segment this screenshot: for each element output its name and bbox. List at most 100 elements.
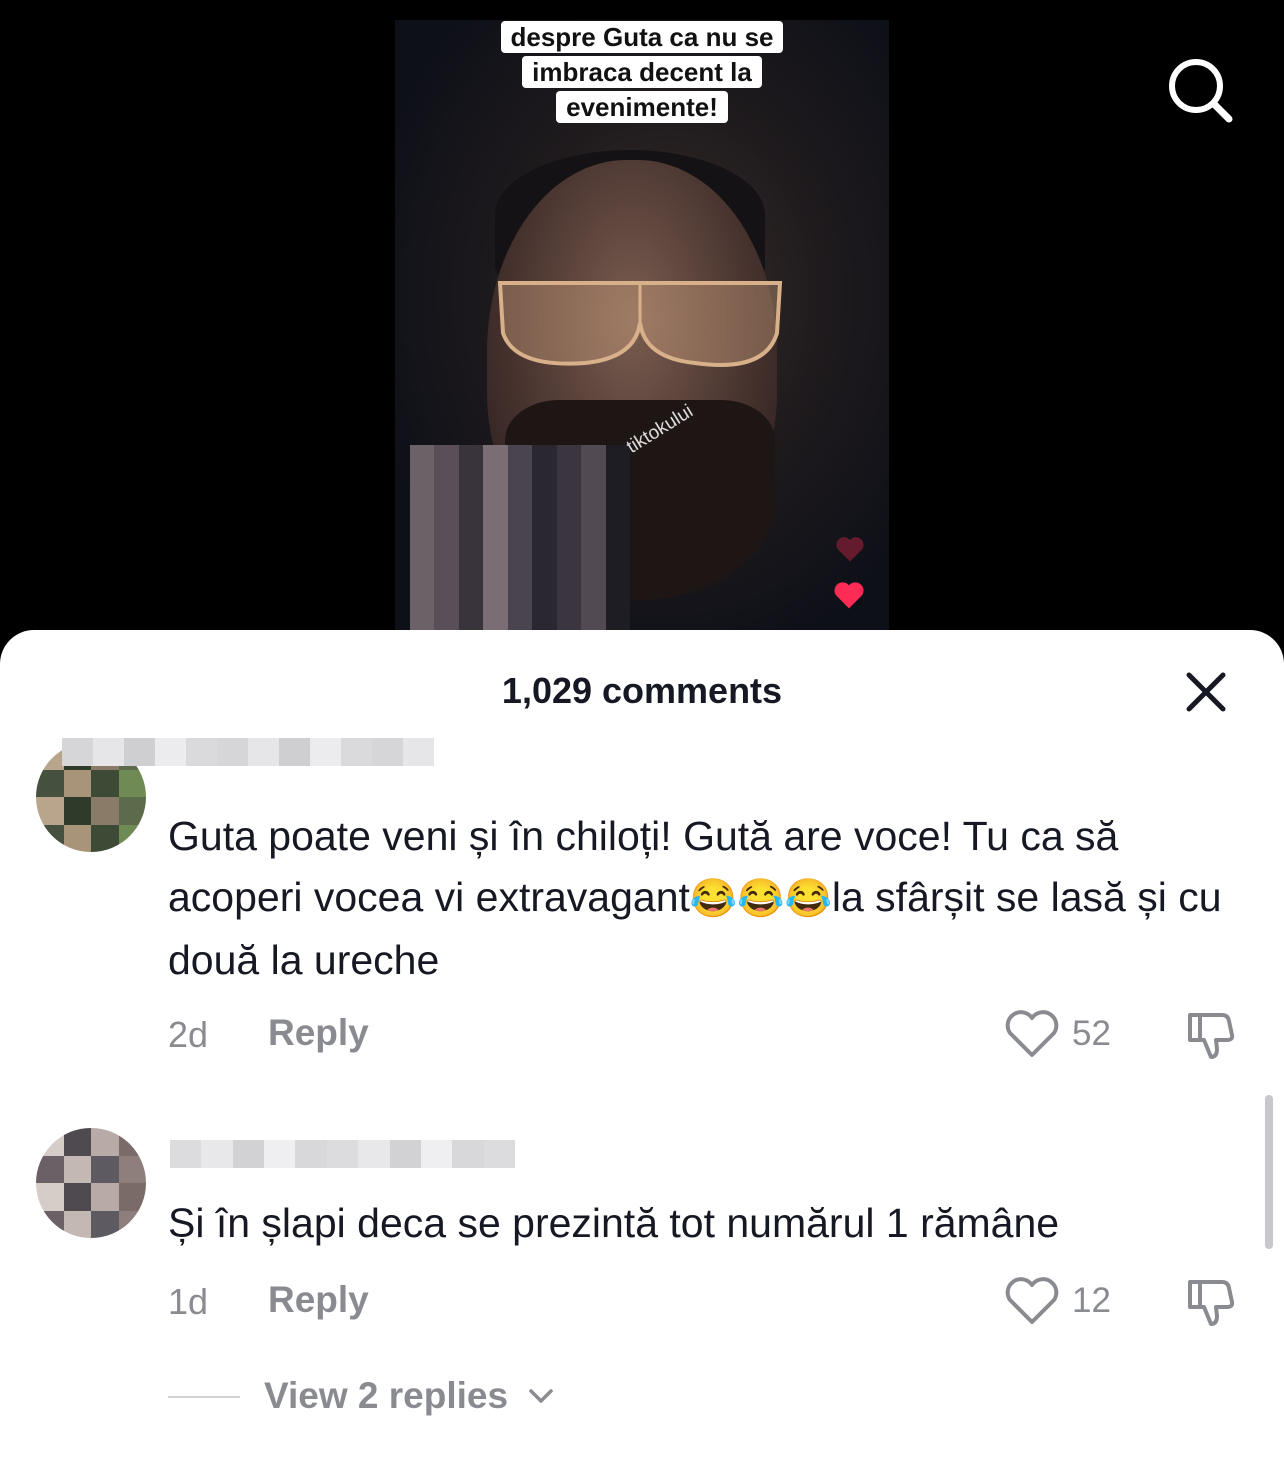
search-icon[interactable] [1166,56,1234,124]
blur-pixel [91,769,119,797]
blur-pixel [507,445,533,469]
blur-pixel [186,738,217,766]
blur-pixel [556,468,582,493]
dislike-icon[interactable] [1184,1007,1238,1061]
avatar[interactable] [36,1128,146,1238]
blur-pixel [458,611,484,632]
blur-pixel [63,769,91,797]
blur-pixel [36,1210,64,1238]
caption-line: imbraca decent la [522,56,762,88]
blur-pixel [372,738,403,766]
blur-pixel [507,563,533,588]
blur-pixel [201,1140,233,1168]
blur-pixel [556,492,582,517]
blur-pixel [556,587,582,612]
blur-pixel [532,445,557,469]
blur-pixel [36,769,64,797]
scrollbar[interactable] [1265,1095,1273,1249]
blur-pixel [36,824,64,852]
blur-pixel [63,797,91,825]
blur-pixel [62,738,93,766]
video-area[interactable]: tiktokului despre Guta ca nu se imbraca … [0,0,1284,660]
username-blurred[interactable] [170,1140,515,1168]
blur-pixel [483,611,508,632]
blur-pixel [532,587,557,612]
blur-pixel [358,1140,390,1168]
blur-pixel [118,769,146,797]
blur-pixel [403,738,434,766]
comment-text: Guta poate veni și în chiloți! Gută are … [168,806,1228,991]
blur-pixel [483,468,508,493]
heart-outline-icon[interactable] [1004,1009,1060,1059]
blur-pixel [36,797,64,825]
reply-button[interactable]: Reply [268,1012,369,1054]
blur-pixel [217,738,248,766]
blur-pixel [410,516,435,540]
blur-pixel [452,1140,484,1168]
blur-pixel [458,468,484,493]
blur-pixel [507,468,533,493]
sunglasses-graphic [497,281,783,367]
blur-pixel [507,611,533,632]
blur-pixel [91,1210,119,1238]
blur-pixel [434,563,459,588]
blur-pixel [458,540,484,564]
blur-pixel [581,516,606,540]
blur-pixel [556,540,582,564]
close-icon[interactable] [1184,670,1228,714]
blur-pixel [91,797,119,825]
blur-pixel [605,445,630,469]
replies-divider-line [168,1396,240,1398]
heart-outline-icon[interactable] [1004,1276,1060,1326]
blur-pixel [91,1183,119,1211]
blur-pixel [91,1128,119,1156]
comments-sheet: 1,029 comments Guta poate veni și în chi… [0,630,1284,1468]
like-count: 52 [1072,1014,1111,1053]
dislike-icon[interactable] [1184,1274,1238,1328]
comment-text: Și în șlapi deca se prezintă tot numărul… [168,1200,1060,1246]
blur-pixel [532,540,557,564]
floating-heart-icon [834,582,864,609]
blur-pixel [532,611,557,632]
blur-pixel [63,1210,91,1238]
blur-pixel [434,468,459,493]
reply-button[interactable]: Reply [268,1279,369,1321]
blur-pixel [483,587,508,612]
pixelated-blur [410,445,630,632]
view-replies-label: View 2 replies [264,1375,509,1416]
blur-pixel [581,468,606,493]
blur-pixel [63,1183,91,1211]
video-frame[interactable]: tiktokului despre Guta ca nu se imbraca … [395,20,889,632]
blur-pixel [458,587,484,612]
blur-pixel [605,563,630,588]
blur-pixel [310,738,341,766]
blur-pixel [532,468,557,493]
blur-pixel [483,540,508,564]
blur-pixel [507,587,533,612]
blur-pixel [556,563,582,588]
blur-pixel [410,540,435,564]
username-blurred[interactable] [62,738,434,766]
blur-pixel [326,1140,359,1168]
blur-pixel [155,738,186,766]
laughing-emoji: 😂😂😂 [689,878,832,920]
blur-pixel [434,445,459,469]
blur-pixel [63,824,91,852]
blur-pixel [420,1140,453,1168]
blur-pixel [118,1128,146,1156]
blur-pixel [532,492,557,517]
blur-pixel [532,563,557,588]
blur-pixel [483,492,508,517]
blur-pixel [410,445,435,469]
blur-pixel [279,738,310,766]
blur-pixel [483,563,508,588]
blur-pixel [91,824,119,852]
blur-pixel [556,445,582,469]
blur-pixel [581,492,606,517]
blur-pixel [605,611,630,632]
blur-pixel [507,540,533,564]
blur-pixel [581,540,606,564]
blur-pixel [458,516,484,540]
view-replies-button[interactable]: View 2 replies [168,1375,588,1419]
blur-pixel [458,445,484,469]
